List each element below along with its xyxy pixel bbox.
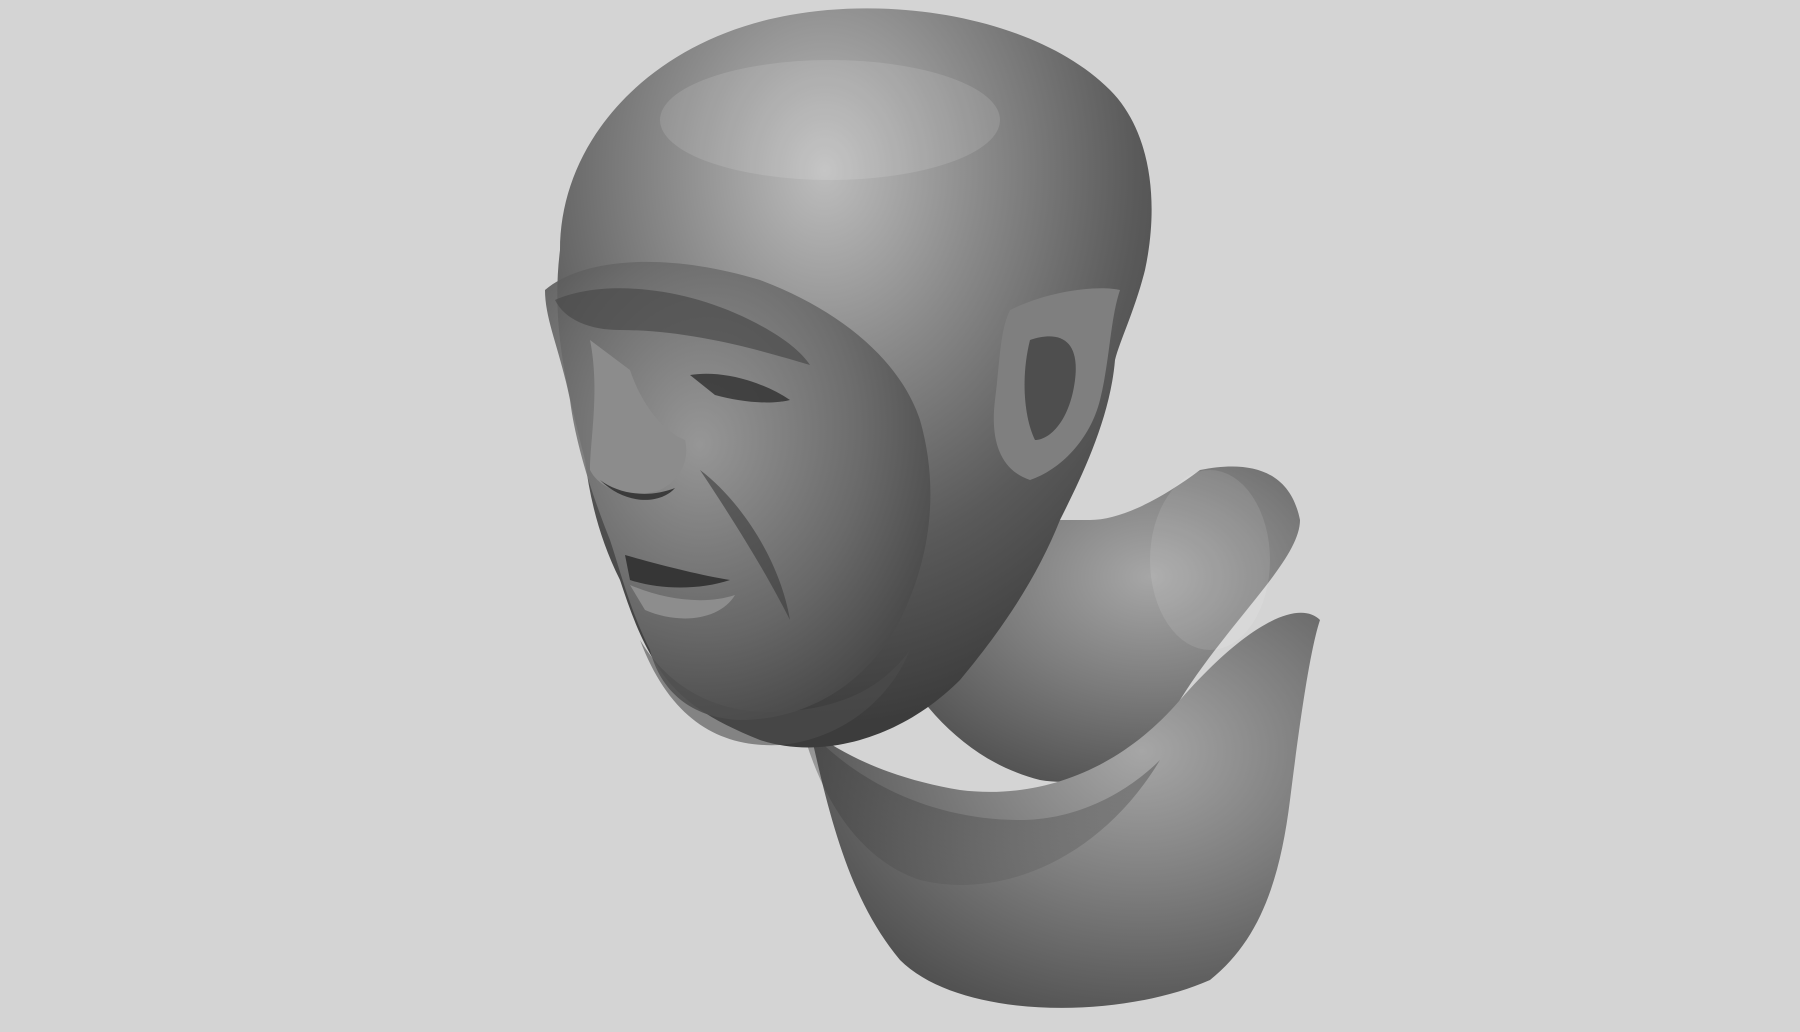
shoulder-highlight bbox=[1150, 470, 1270, 650]
scalp-highlight bbox=[660, 60, 1000, 180]
sculpt-viewport[interactable] bbox=[0, 0, 1800, 1032]
sculpt-bust bbox=[545, 8, 1320, 1008]
